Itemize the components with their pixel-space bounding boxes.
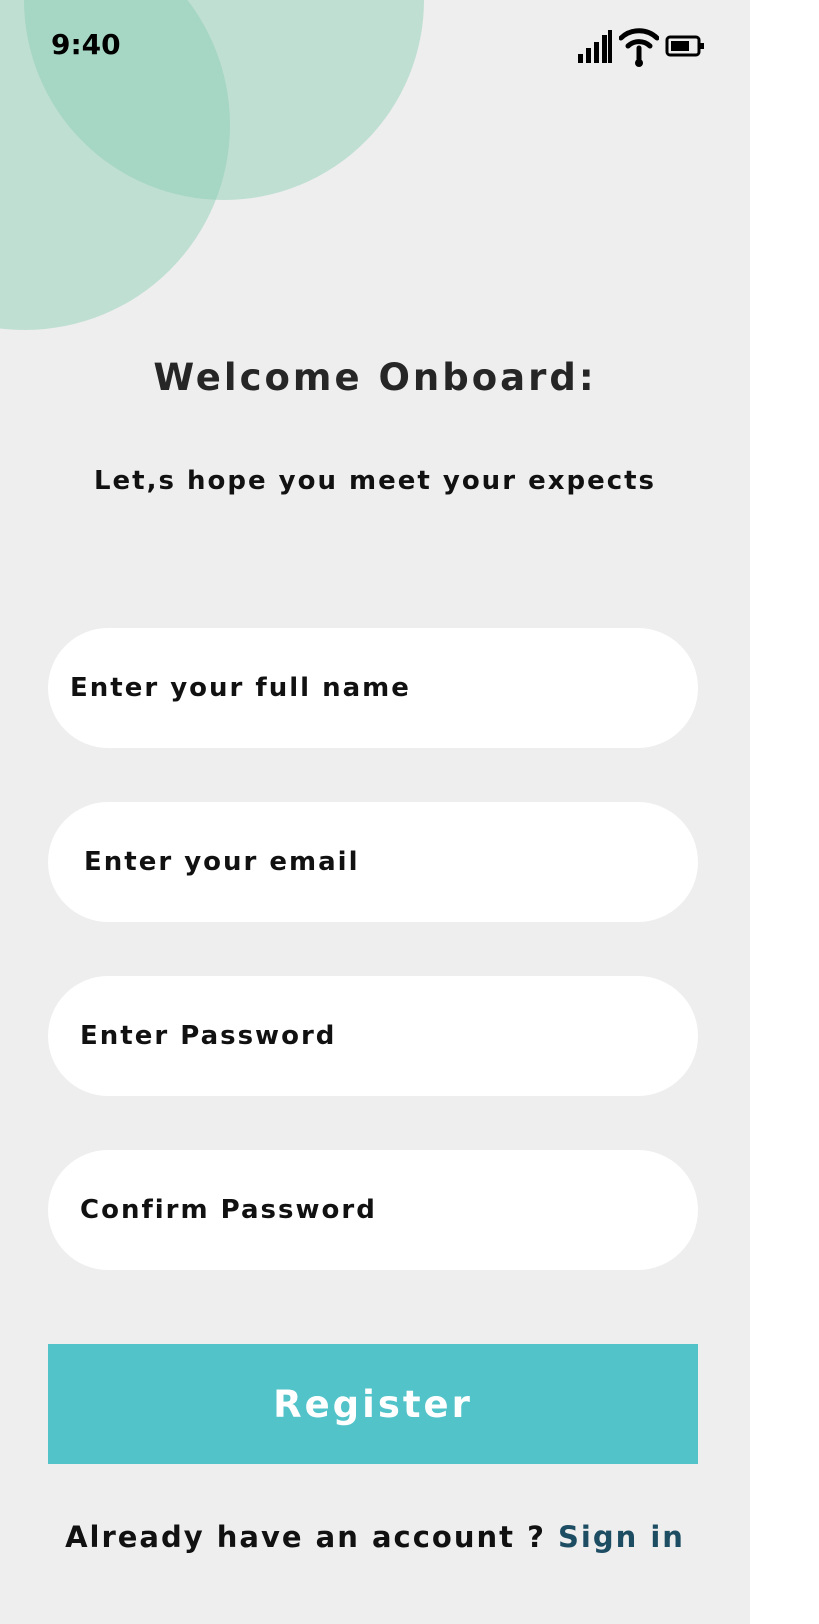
page-title: Welcome Onboard: <box>153 356 597 399</box>
status-icons <box>577 24 705 68</box>
password-field[interactable] <box>48 976 698 1096</box>
password-input[interactable] <box>80 976 680 1096</box>
sign-in-prompt: Already have an account ? Sign in <box>0 1520 750 1554</box>
email-field[interactable] <box>48 802 698 922</box>
register-button[interactable]: Register <box>48 1344 698 1464</box>
full-name-input[interactable] <box>70 628 670 748</box>
sign-in-link[interactable]: Sign in <box>558 1520 685 1554</box>
wifi-icon <box>619 24 659 68</box>
email-input[interactable] <box>84 802 684 922</box>
register-screen: 9:40 Welcome Onboard: Let,s hope you mee… <box>0 0 750 1624</box>
status-bar: 9:40 <box>0 0 750 94</box>
battery-icon <box>665 34 705 58</box>
status-time: 9:40 <box>51 28 121 61</box>
full-name-field[interactable] <box>48 628 698 748</box>
confirm-password-input[interactable] <box>80 1150 680 1270</box>
cellular-signal-icon <box>577 28 613 64</box>
confirm-password-field[interactable] <box>48 1150 698 1270</box>
page-subtitle: Let,s hope you meet your expects <box>93 466 657 496</box>
sign-in-prompt-text: Already have an account ? <box>65 1520 558 1554</box>
